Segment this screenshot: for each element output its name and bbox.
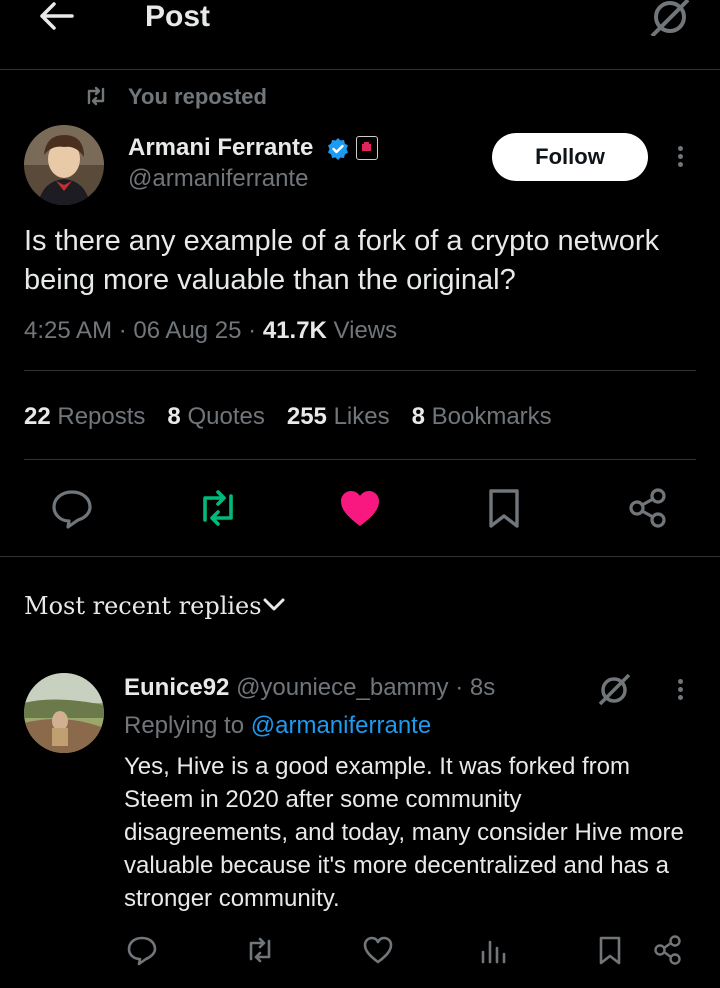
bookmark-icon[interactable] <box>482 486 526 530</box>
reply-text: Yes, Hive is a good example. It was fork… <box>124 753 684 912</box>
divider <box>24 370 696 371</box>
verified-icon <box>326 137 350 161</box>
repost-button-icon[interactable] <box>196 486 240 530</box>
author-name[interactable]: Armani Ferrante <box>128 133 313 163</box>
grok-icon[interactable] <box>648 0 692 36</box>
like-icon[interactable] <box>362 934 394 966</box>
more-icon[interactable] <box>674 676 686 703</box>
replying-to: Replying to @armaniferrante <box>124 712 432 739</box>
grok-icon[interactable] <box>596 672 632 708</box>
share-icon[interactable] <box>626 486 670 530</box>
reply-author-name[interactable]: Eunice92 <box>124 674 229 701</box>
replies-sort-label[interactable]: Most recent replies <box>24 590 262 622</box>
post-stats: 22 Reposts 8 Quotes 255 Likes 8 Bookmarks <box>24 402 552 432</box>
reply-icon[interactable] <box>126 934 158 966</box>
affiliate-badge-icon <box>356 136 378 160</box>
post-text: Is there any example of a fork of a cryp… <box>24 225 660 296</box>
like-icon[interactable] <box>338 486 382 530</box>
post-meta: 4:25 AM · 06 Aug 25 · 41.7K Views <box>24 317 398 344</box>
divider <box>0 556 720 557</box>
repost-icon <box>84 86 108 106</box>
quotes-stat[interactable]: 8 Quotes <box>167 403 264 430</box>
reply-icon[interactable] <box>50 486 94 530</box>
post-time: 4:25 AM <box>24 317 113 344</box>
views-count[interactable]: 41.7K <box>263 317 327 344</box>
likes-stat[interactable]: 255 Likes <box>287 403 390 430</box>
follow-button[interactable]: Follow <box>492 133 648 181</box>
repost-label: You reposted <box>128 84 267 109</box>
author-avatar[interactable] <box>24 125 104 205</box>
reply-avatar[interactable] <box>24 673 104 753</box>
reposts-stat[interactable]: 22 Reposts <box>24 403 145 430</box>
post-date: 06 Aug 25 <box>133 317 242 344</box>
repost-icon[interactable] <box>244 934 276 966</box>
page-title: Post <box>145 0 211 33</box>
author-handle[interactable]: @armaniferrante <box>128 164 308 194</box>
divider <box>24 459 696 460</box>
views-icon[interactable] <box>478 934 510 966</box>
replying-to-link[interactable]: @armaniferrante <box>251 712 431 739</box>
reply-author-handle[interactable]: @youniece_bammy <box>236 674 448 701</box>
reply-time: 8s <box>469 674 496 701</box>
bookmark-icon[interactable] <box>594 934 626 966</box>
divider <box>0 69 720 70</box>
bookmarks-stat[interactable]: 8 Bookmarks <box>412 403 552 430</box>
chevron-down-icon[interactable] <box>262 596 286 614</box>
more-icon[interactable] <box>674 143 686 170</box>
views-label: Views <box>333 317 398 344</box>
reply-author: Eunice92 @youniece_bammy · 8s <box>124 674 496 701</box>
back-arrow-icon[interactable] <box>38 0 74 32</box>
share-icon[interactable] <box>652 934 684 966</box>
